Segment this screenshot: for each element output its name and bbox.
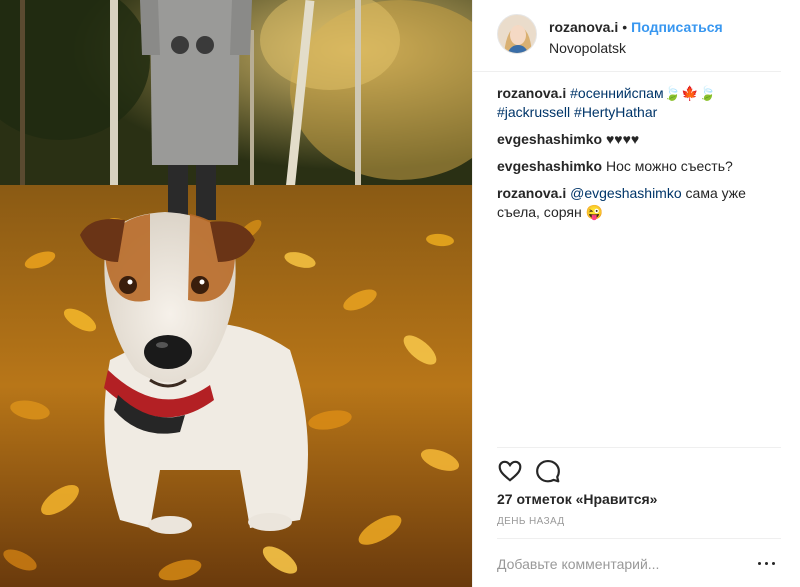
divider bbox=[497, 447, 781, 448]
heart-icon[interactable] bbox=[497, 458, 523, 484]
avatar[interactable] bbox=[497, 14, 537, 54]
post-timestamp[interactable]: День назад bbox=[497, 516, 565, 527]
add-comment-input[interactable] bbox=[497, 554, 747, 574]
mention-link[interactable]: @evgeshashimko bbox=[570, 185, 682, 201]
comment-item: rozanova.i @evgeshashimko сама уже съела… bbox=[497, 184, 769, 222]
post-side-panel: rozanova.i • Подписаться Novopolatsk rozan… bbox=[472, 0, 800, 587]
caption-username[interactable]: rozanova.i bbox=[497, 85, 566, 101]
comments-list: rozanova.i #осеннийспам🍃🍁🍃 #jackrussell … bbox=[497, 84, 769, 230]
avatar-image bbox=[498, 15, 536, 53]
comment-item: evgeshashimko ♥♥♥♥ bbox=[497, 130, 769, 149]
comment-username[interactable]: rozanova.i bbox=[497, 185, 566, 201]
comment-item: evgeshashimko Нос можно съесть? bbox=[497, 157, 769, 176]
comment-username[interactable]: evgeshashimko bbox=[497, 158, 602, 174]
follow-button[interactable]: Подписаться bbox=[631, 19, 723, 35]
hashtag[interactable]: #HertyHathar bbox=[574, 104, 657, 120]
post-photo[interactable] bbox=[0, 0, 472, 587]
caption: rozanova.i #осеннийспам🍃🍁🍃 #jackrussell … bbox=[497, 84, 769, 122]
comment-text: Нос можно съесть? bbox=[605, 158, 733, 174]
hashtag[interactable]: #jackrussell bbox=[497, 104, 570, 120]
location-link[interactable]: Novopolatsk bbox=[549, 40, 626, 56]
comment-text: ♥♥♥♥ bbox=[605, 131, 640, 147]
leaf-emoji: 🍃🍁🍃 bbox=[663, 85, 716, 101]
speech-bubble-icon[interactable] bbox=[535, 458, 561, 484]
hashtag[interactable]: #осеннийспам bbox=[570, 85, 663, 101]
author-line: rozanova.i • Подписаться bbox=[549, 19, 723, 35]
separator-dot: • bbox=[622, 19, 628, 35]
comment-username[interactable]: evgeshashimko bbox=[497, 131, 602, 147]
post-header: rozanova.i • Подписаться Novopolatsk bbox=[473, 0, 781, 72]
photo-illustration bbox=[0, 0, 472, 587]
likes-count[interactable]: 27 отметок «Нравится» bbox=[497, 491, 657, 507]
divider bbox=[497, 538, 781, 539]
author-username[interactable]: rozanova.i bbox=[549, 19, 618, 35]
ellipsis-icon[interactable] bbox=[755, 556, 779, 570]
